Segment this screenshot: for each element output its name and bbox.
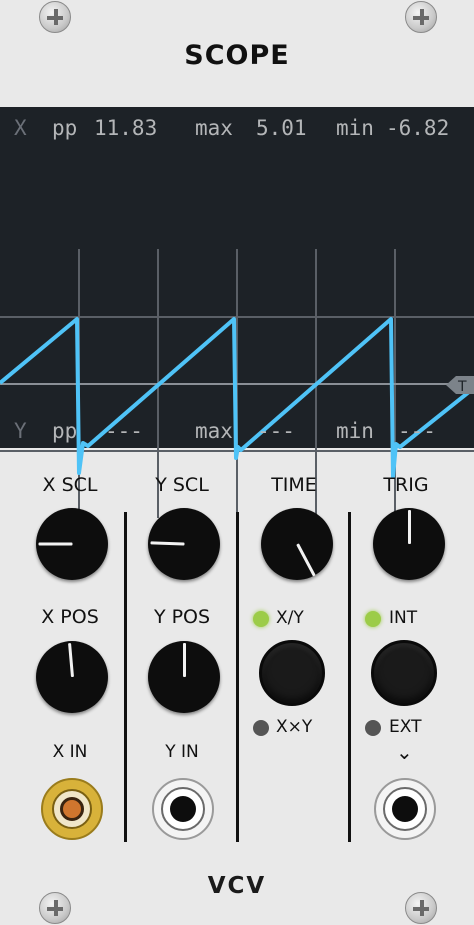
x-times-y-mode-label: X×Y <box>276 717 313 737</box>
knob-indicator <box>407 510 411 544</box>
y-readout: Y pp --- max --- min --- <box>0 414 474 448</box>
x-scl-label: X SCL <box>42 474 98 496</box>
x-pos-label: X POS <box>41 606 99 628</box>
y-min-label: min <box>336 419 374 443</box>
time-knob[interactable] <box>261 508 333 580</box>
module-title: SCOPE <box>184 40 290 71</box>
x-channel-label: X <box>14 116 27 140</box>
knob-indicator <box>295 543 316 577</box>
int-trig-label: INT <box>389 608 418 628</box>
y-pp-value: --- <box>105 419 143 443</box>
trig-input-arrow-icon: ⌄ <box>396 740 413 764</box>
x-pp-value: 11.83 <box>94 116 158 140</box>
trig-knob[interactable] <box>373 508 445 580</box>
xy-mode-button[interactable] <box>259 640 325 706</box>
vcv-brand-logo: VCV <box>207 873 267 899</box>
trigger-marker-text: T <box>457 379 467 395</box>
xy-mode-led <box>253 611 269 627</box>
column-divider <box>348 512 351 842</box>
x-times-y-mode-led <box>253 720 269 736</box>
trig-label: TRIG <box>383 474 429 496</box>
scope-module-panel: SCOPE X pp 11.83 max 5.01 min -6.82 T Y … <box>0 0 474 925</box>
ext-trig-label: EXT <box>389 717 422 737</box>
trigger-level-marker[interactable]: T <box>446 376 474 395</box>
x-in-label: X IN <box>52 742 88 762</box>
y-pos-label: Y POS <box>153 606 211 628</box>
xy-mode-label: X/Y <box>276 608 304 628</box>
jack-hole <box>392 796 418 822</box>
x-pp-label: pp <box>52 116 78 140</box>
ext-trig-led <box>365 720 381 736</box>
scope-display: X pp 11.83 max 5.01 min -6.82 T Y pp ---… <box>0 107 474 518</box>
y-max-label: max <box>195 419 233 443</box>
knob-indicator <box>182 643 186 677</box>
int-trig-led <box>365 611 381 627</box>
screw-top-left-icon <box>39 1 71 33</box>
x-max-label: max <box>195 116 233 140</box>
column-divider <box>124 512 127 842</box>
y-in-label: Y IN <box>165 742 199 762</box>
knob-indicator <box>67 642 74 678</box>
knob-indicator <box>149 541 185 546</box>
y-pos-knob[interactable] <box>148 641 220 713</box>
x-max-value: 5.01 <box>256 116 307 140</box>
time-label: TIME <box>271 474 317 496</box>
column-divider <box>236 512 239 842</box>
ext-trig-jack[interactable] <box>374 778 436 840</box>
x-in-jack[interactable] <box>41 778 103 840</box>
y-min-value: --- <box>398 419 436 443</box>
y-max-value: --- <box>257 419 295 443</box>
y-scl-knob[interactable] <box>148 508 220 580</box>
x-pos-knob[interactable] <box>36 641 108 713</box>
x-readout: X pp 11.83 max 5.01 min -6.82 <box>0 111 474 145</box>
screw-top-right-icon <box>405 1 437 33</box>
trig-source-button[interactable] <box>371 640 437 706</box>
x-min-value: -6.82 <box>386 116 450 140</box>
y-channel-label: Y <box>14 419 27 443</box>
x-min-label: min <box>336 116 374 140</box>
jack-hole <box>170 796 196 822</box>
y-scl-label: Y SCL <box>155 474 209 496</box>
x-scl-knob[interactable] <box>36 508 108 580</box>
y-pp-label: pp <box>52 419 78 443</box>
jack-hole <box>60 797 84 821</box>
y-in-jack[interactable] <box>152 778 214 840</box>
knob-indicator <box>38 542 72 546</box>
